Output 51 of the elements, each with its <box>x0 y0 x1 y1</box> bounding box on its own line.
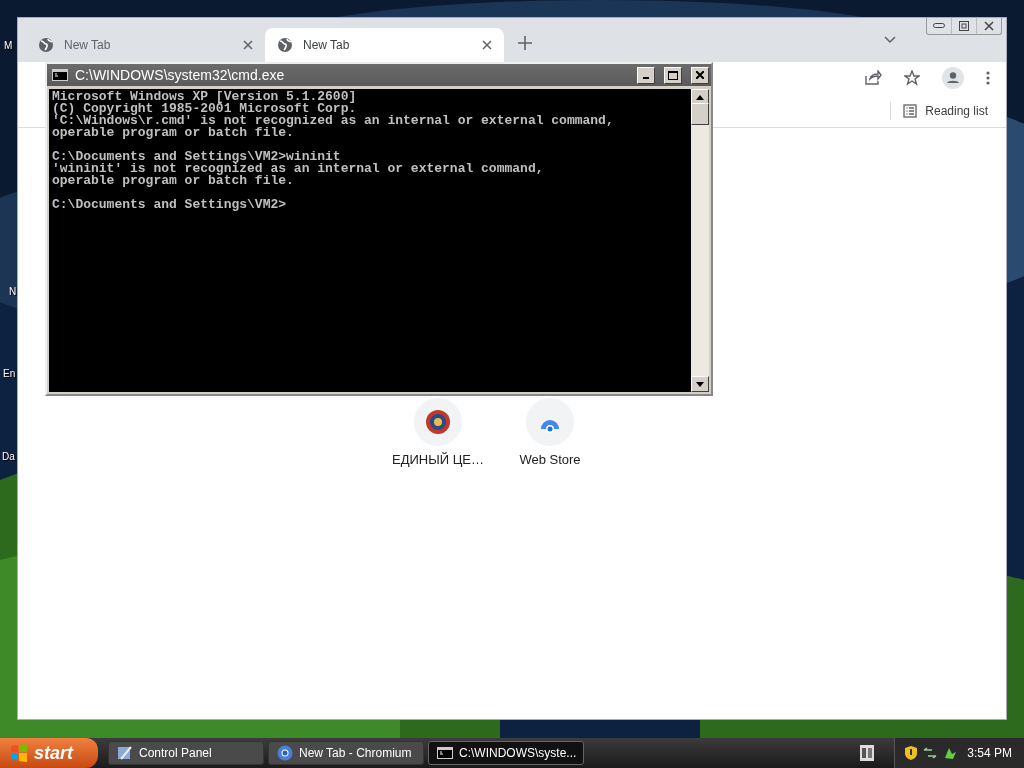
share-icon[interactable] <box>864 70 882 86</box>
console-line: operable program or batch file. <box>52 127 294 139</box>
console-line: C:\Documents and Settings\VM2> <box>52 199 288 211</box>
update-icon[interactable] <box>943 746 958 760</box>
down-arrow-icon[interactable] <box>696 381 704 387</box>
up-arrow-icon[interactable] <box>696 94 704 100</box>
close-icon[interactable] <box>482 40 492 50</box>
scroll-thumb[interactable] <box>691 103 709 125</box>
clock: 3:54 PM <box>967 746 1012 760</box>
close-icon[interactable] <box>696 71 704 79</box>
maximize-icon[interactable] <box>668 70 678 80</box>
desktop-icon-label[interactable]: M <box>4 40 13 51</box>
console-line: 'wininit' is not recognized as an internal or external command, <box>52 163 545 175</box>
list-icon[interactable] <box>903 103 918 118</box>
taskbar-button[interactable]: Control Panel <box>108 741 264 765</box>
shield-icon[interactable] <box>905 746 918 760</box>
browser-tab[interactable]: New Tab <box>26 28 265 62</box>
star-icon[interactable] <box>904 70 920 86</box>
console-line: (C) Copyright 1985-2001 Microsoft Corp. <box>52 103 358 115</box>
minimize-icon[interactable] <box>933 23 945 29</box>
browser-tab[interactable]: New Tab <box>265 28 504 62</box>
browser-icon <box>277 745 293 761</box>
console-line: operable program or batch file. <box>52 175 295 187</box>
shortcut-label[interactable]: Web Store <box>519 452 581 467</box>
network-icon[interactable] <box>923 747 938 759</box>
console-line: 'C:\Windows\r.cmd' is not recognized as an internal or external command, <box>52 115 615 127</box>
console-icon <box>437 747 453 759</box>
shortcut-icon[interactable] <box>526 398 574 446</box>
minimize-button[interactable] <box>637 66 655 84</box>
desktop-icon-label[interactable]: N <box>9 286 17 297</box>
close-icon[interactable] <box>984 21 994 31</box>
scroll-bar[interactable] <box>691 89 709 392</box>
restore-icon[interactable] <box>959 21 969 31</box>
reading-list-link[interactable]: Reading list <box>925 103 988 118</box>
profile-icon[interactable] <box>942 67 964 89</box>
globe-icon <box>277 37 293 53</box>
desktop-icon-label[interactable]: En <box>3 368 16 379</box>
desktop-icon-label[interactable]: Da <box>2 451 15 462</box>
shortcut-label[interactable]: ЕДИНЫЙ ЦЕ… <box>392 452 484 467</box>
menu-icon[interactable] <box>986 71 990 85</box>
start-button[interactable]: start <box>0 738 98 768</box>
console-line: Microsoft Windows XP [Version 5.1.2600] <box>52 91 358 103</box>
maximize-button[interactable] <box>664 66 682 84</box>
chevron-icon[interactable] <box>884 36 896 44</box>
globe-icon <box>38 37 54 53</box>
shortcut-icon[interactable] <box>414 398 462 446</box>
taskbar-button[interactable]: C:\WINDOWS\syste... <box>428 741 584 765</box>
window-title: C:\WINDOWS\system32\cmd.exe <box>75 67 286 83</box>
taskbar-button[interactable]: New Tab - Chromium <box>268 741 424 765</box>
console-line: C:\Documents and Settings\VM2>wininit <box>52 151 341 163</box>
console-icon <box>52 69 68 81</box>
